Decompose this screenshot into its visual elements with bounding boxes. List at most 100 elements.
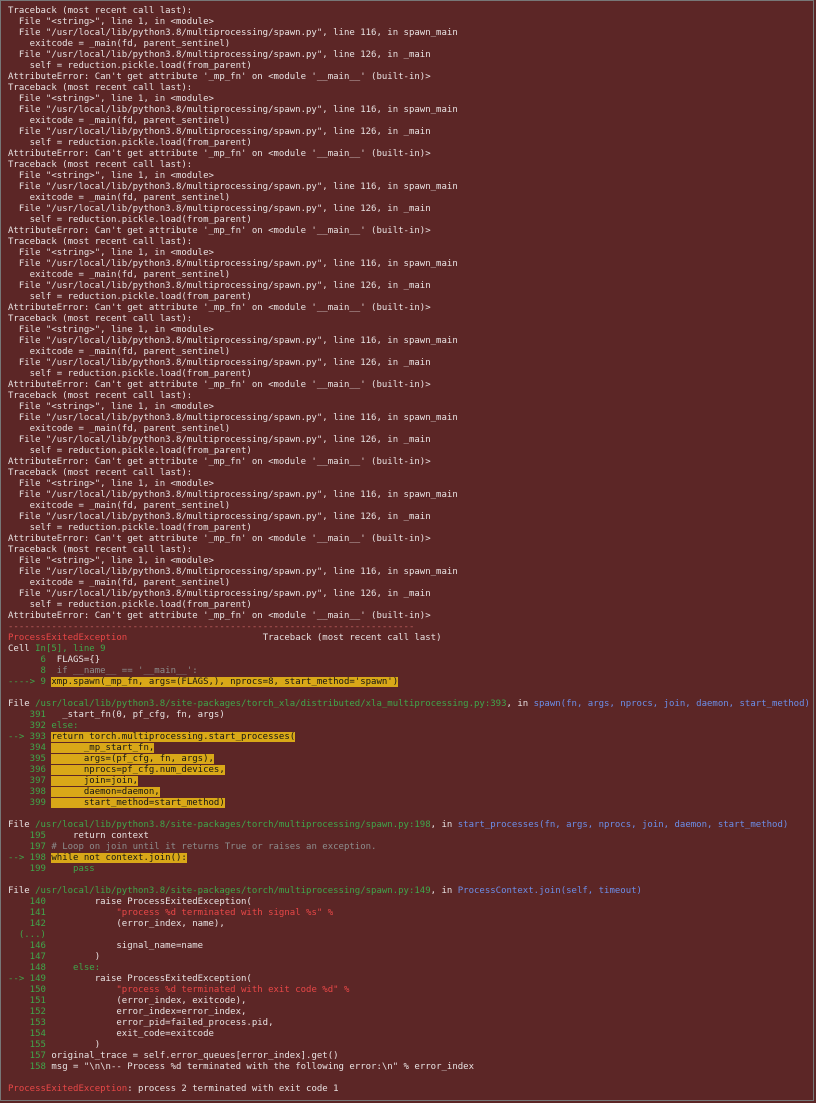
- file-label: File: [8, 699, 36, 709]
- current-line-arrow: --> 198: [8, 853, 46, 863]
- code-text: "process %d terminated with signal %s" %: [51, 908, 334, 918]
- traceback-line: File "<string>", line 1, in <module>: [8, 325, 214, 335]
- file-path-link: /usr/local/lib/python3.8/site-packages/t…: [35, 886, 431, 896]
- traceback-start-line: Traceback (most recent call last):: [8, 391, 193, 401]
- traceback-line: File "<string>", line 1, in <module>: [8, 248, 214, 258]
- line-number: 157: [8, 1051, 46, 1061]
- code-text: original_trace = self.error_queues[error…: [51, 1051, 339, 1061]
- code-line: 397 join=join,: [8, 776, 813, 787]
- line-number: 158: [8, 1062, 46, 1072]
- line-number: (...): [8, 930, 46, 940]
- line-number: 146: [8, 941, 46, 951]
- code-line: 153 error_pid=failed_process.pid,: [8, 1018, 813, 1029]
- code-text: "process %d terminated with exit code %d…: [51, 985, 350, 995]
- code-text: _start_fn(0, pf_cfg, fn, args): [51, 710, 225, 720]
- code-line: 142 (error_index, name),: [8, 919, 813, 930]
- code-line: 152 error_index=error_index,: [8, 1007, 813, 1018]
- line-number: 396: [8, 765, 46, 775]
- exception-name: ProcessExitedException: [8, 633, 128, 643]
- traceback-line: File "/usr/local/lib/python3.8/multiproc…: [8, 259, 458, 269]
- cell-code-lines: 6 FLAGS={} 8 if __name__ == '__main__': -…: [8, 655, 813, 688]
- line-number: 392: [8, 721, 46, 731]
- code-line: 141 "process %d terminated with signal %…: [8, 908, 813, 919]
- traceback-line: exitcode = _main(fd, parent_sentinel): [8, 347, 231, 357]
- line-number: 141: [8, 908, 46, 918]
- traceback-line: File "<string>", line 1, in <module>: [8, 402, 214, 412]
- traceback-line: File "/usr/local/lib/python3.8/multiproc…: [8, 490, 458, 500]
- stack-frames: File /usr/local/lib/python3.8/site-packa…: [8, 699, 813, 1084]
- code-line: 396 nprocs=pf_cfg.num_devices,: [8, 765, 813, 776]
- traceback-line: File "/usr/local/lib/python3.8/multiproc…: [8, 589, 431, 599]
- code-line: 394 _mp_start_fn,: [8, 743, 813, 754]
- traceback-line: exitcode = _main(fd, parent_sentinel): [8, 424, 231, 434]
- line-number: 395: [8, 754, 46, 764]
- code-line: 399 start_method=start_method): [8, 798, 813, 809]
- line-number: 155: [8, 1040, 46, 1050]
- traceback-line: exitcode = _main(fd, parent_sentinel): [8, 193, 231, 203]
- line-number: 197: [8, 842, 46, 852]
- current-line-arrow: --> 393: [8, 732, 46, 742]
- traceback-start-line: Traceback (most recent call last):: [8, 160, 193, 170]
- line-number: 199: [8, 864, 46, 874]
- code-text: raise ProcessExitedException(: [51, 974, 252, 984]
- in-label: , in: [506, 699, 534, 709]
- code-text: (error_index, name),: [51, 919, 225, 929]
- line-number: 399: [8, 798, 46, 808]
- traceback-line: File "/usr/local/lib/python3.8/multiproc…: [8, 50, 431, 60]
- traceback-line: File "/usr/local/lib/python3.8/multiproc…: [8, 105, 458, 115]
- line-number: 397: [8, 776, 46, 786]
- cell-ref-label: In[5], line 9: [35, 644, 106, 654]
- code-text: _mp_start_fn,: [51, 743, 155, 753]
- code-line: 154 exit_code=exitcode: [8, 1029, 813, 1040]
- function-signature: start_processes(fn, args, nprocs, join, …: [457, 820, 789, 830]
- traceback-line: File "/usr/local/lib/python3.8/multiproc…: [8, 358, 431, 368]
- code-line: 197 # Loop on join until it returns True…: [8, 842, 813, 853]
- attribute-error-line: AttributeError: Can't get attribute '_mp…: [8, 149, 431, 159]
- traceback-line: File "<string>", line 1, in <module>: [8, 17, 214, 27]
- attribute-error-line: AttributeError: Can't get attribute '_mp…: [8, 457, 431, 467]
- code-line: 146 signal_name=name: [8, 941, 813, 952]
- attribute-error-line: AttributeError: Can't get attribute '_mp…: [8, 72, 431, 82]
- traceback-header: Traceback (most recent call last): [262, 633, 442, 643]
- file-label: File: [8, 886, 36, 896]
- spawn-traceback-list: Traceback (most recent call last): File …: [8, 6, 813, 622]
- traceback-line: File "<string>", line 1, in <module>: [8, 479, 214, 489]
- code-line: 151 (error_index, exitcode),: [8, 996, 813, 1007]
- line-number: 6: [8, 655, 46, 665]
- current-line-arrow: --> 149: [8, 974, 46, 984]
- code-text: error_index=error_index,: [51, 1007, 247, 1017]
- attribute-error-line: AttributeError: Can't get attribute '_mp…: [8, 611, 431, 621]
- code-text: return torch.multiprocessing.start_proce…: [51, 732, 296, 742]
- exception-header: ProcessExitedException Traceback (most r…: [8, 633, 813, 644]
- traceback-line: File "/usr/local/lib/python3.8/multiproc…: [8, 28, 458, 38]
- code-text: msg = "\n\n-- Process %d terminated with…: [51, 1062, 474, 1072]
- code-text: else:: [51, 721, 79, 731]
- traceback-start-line: Traceback (most recent call last):: [8, 83, 193, 93]
- traceback-line: File "/usr/local/lib/python3.8/multiproc…: [8, 413, 458, 423]
- file-path-link: /usr/local/lib/python3.8/site-packages/t…: [35, 820, 431, 830]
- final-error-name: ProcessExitedException: [8, 1084, 128, 1094]
- line-number: 142: [8, 919, 46, 929]
- traceback-line: exitcode = _main(fd, parent_sentinel): [8, 501, 231, 511]
- code-line: 147 ): [8, 952, 813, 963]
- traceback-line: File "/usr/local/lib/python3.8/multiproc…: [8, 127, 431, 137]
- traceback-line: File "/usr/local/lib/python3.8/multiproc…: [8, 567, 458, 577]
- traceback-line: self = reduction.pickle.load(from_parent…: [8, 292, 252, 302]
- traceback-line: File "/usr/local/lib/python3.8/multiproc…: [8, 435, 431, 445]
- code-text: ): [51, 1040, 101, 1050]
- attribute-error-line: AttributeError: Can't get attribute '_mp…: [8, 226, 431, 236]
- code-text: pass: [51, 864, 95, 874]
- code-text: join=join,: [51, 776, 139, 786]
- attribute-error-line: AttributeError: Can't get attribute '_mp…: [8, 380, 431, 390]
- traceback-line: exitcode = _main(fd, parent_sentinel): [8, 270, 231, 280]
- function-signature: spawn(fn, args, nprocs, join, daemon, st…: [533, 699, 810, 709]
- traceback-line: File "<string>", line 1, in <module>: [8, 171, 214, 181]
- frame-header: File /usr/local/lib/python3.8/site-packa…: [8, 820, 813, 831]
- cell-reference: Cell In[5], line 9: [8, 644, 106, 654]
- code-line: 148 else:: [8, 963, 813, 974]
- traceback-start-line: Traceback (most recent call last):: [8, 545, 193, 555]
- code-line: ----> 9 xmp.spawn(_mp_fn, args=(FLAGS,),…: [8, 677, 813, 688]
- line-number: 147: [8, 952, 46, 962]
- line-number: 154: [8, 1029, 46, 1039]
- traceback-line: self = reduction.pickle.load(from_parent…: [8, 138, 252, 148]
